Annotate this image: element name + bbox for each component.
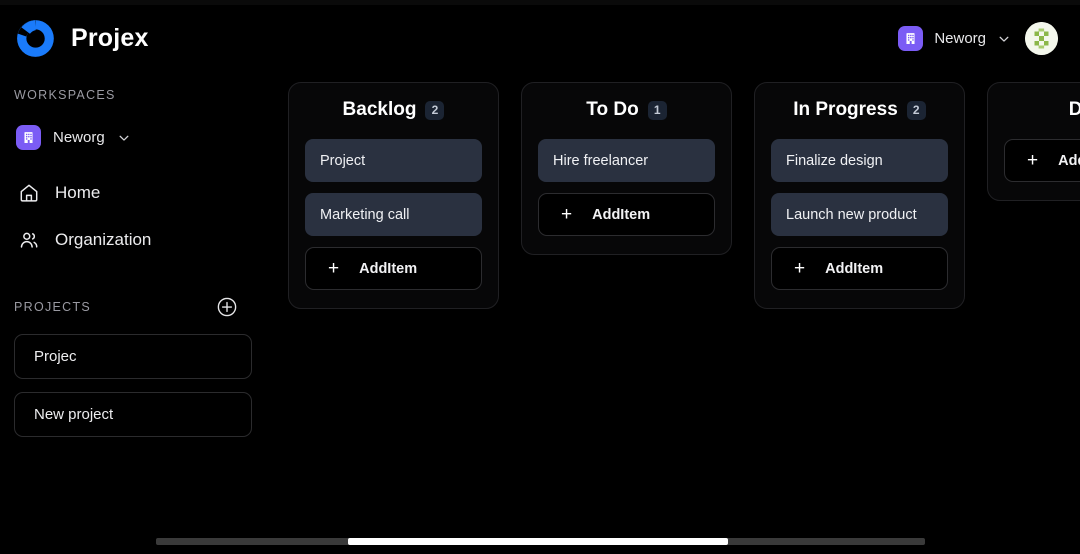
chevron-down-icon[interactable] [117,131,131,145]
sidebar-item-label: Organization [55,230,152,249]
add-item-button[interactable]: + AddItem [538,193,715,236]
add-item-button[interactable]: + AddItem [771,247,948,290]
users-icon [20,232,38,248]
board-column-backlog: Backlog 2 Project Marketing call + AddIt… [288,82,499,309]
projex-ring-logo-icon [17,20,54,57]
status-badge: 1 [647,100,667,120]
home-icon [20,184,38,202]
workspaces-section-label: WORKSPACES [14,88,116,102]
org-switcher[interactable]: Neworg [898,26,1011,51]
sidebar-item-label: Home [55,183,101,202]
scrollbar-thumb[interactable] [348,538,728,545]
column-header: In Progress 2 [771,99,948,121]
task-card[interactable]: Finalize design [771,139,948,182]
column-header: To Do 1 [538,99,715,121]
org-name: Neworg [934,30,986,47]
header-actions: Neworg [898,22,1058,55]
plus-icon: + [561,204,573,225]
projects-list: Projec New project [14,334,252,437]
list-item[interactable]: Projec [14,334,252,379]
chevron-down-icon[interactable] [997,32,1011,46]
app-root: Projex Neworg WORKSPACES Neworg Home Org… [0,0,1080,554]
sidebar-item-home[interactable]: Home [18,182,252,204]
app-header: Projex Neworg [0,5,1080,72]
column-title: Done [1068,99,1080,120]
column-cards: Finalize design Launch new product [771,139,948,236]
list-item[interactable]: New project [14,392,252,437]
building-icon [16,125,41,150]
sidebar-workspace-switcher[interactable]: Neworg [16,125,252,150]
sidebar-workspace-name: Neworg [53,129,105,146]
task-card[interactable]: Project [305,139,482,182]
column-title: In Progress [793,99,898,120]
add-item-label: AddItem [1058,152,1080,169]
horizontal-scrollbar[interactable] [156,538,925,545]
projects-section-label: PROJECTS [14,300,92,314]
plus-icon: + [794,258,806,279]
avatar[interactable] [1025,22,1058,55]
sidebar: WORKSPACES Neworg Home Organization PROJ… [0,72,270,554]
add-item-label: AddItem [359,260,418,277]
status-badge: 2 [906,100,926,120]
column-title: Backlog [342,99,417,120]
column-cards: Project Marketing call [305,139,482,236]
brand[interactable]: Projex [14,17,149,60]
column-cards: Hire freelancer [538,139,715,182]
column-header: Backlog 2 [305,99,482,121]
add-item-label: AddItem [592,206,651,223]
task-card[interactable]: Launch new product [771,193,948,236]
plus-icon: + [328,258,340,279]
sidebar-nav: Home Organization [14,182,252,251]
plus-icon: + [1027,150,1039,171]
brand-name: Projex [71,24,149,52]
sidebar-item-organization[interactable]: Organization [18,229,252,251]
add-item-label: AddItem [825,260,884,277]
board-column-done: Done + AddItem [987,82,1080,201]
building-icon [898,26,924,51]
status-badge: 2 [425,100,445,120]
column-title: To Do [586,99,639,120]
plus-circle-icon[interactable] [216,296,238,318]
kanban-board: Backlog 2 Project Marketing call + AddIt… [270,72,1080,554]
column-header: Done [1004,99,1080,121]
add-item-button[interactable]: + AddItem [305,247,482,290]
task-card[interactable]: Marketing call [305,193,482,236]
board-column-to-do: To Do 1 Hire freelancer + AddItem [521,82,732,255]
projects-section-header: PROJECTS [14,296,252,318]
board-column-in-progress: In Progress 2 Finalize design Launch new… [754,82,965,309]
add-item-button[interactable]: + AddItem [1004,139,1080,182]
task-card[interactable]: Hire freelancer [538,139,715,182]
